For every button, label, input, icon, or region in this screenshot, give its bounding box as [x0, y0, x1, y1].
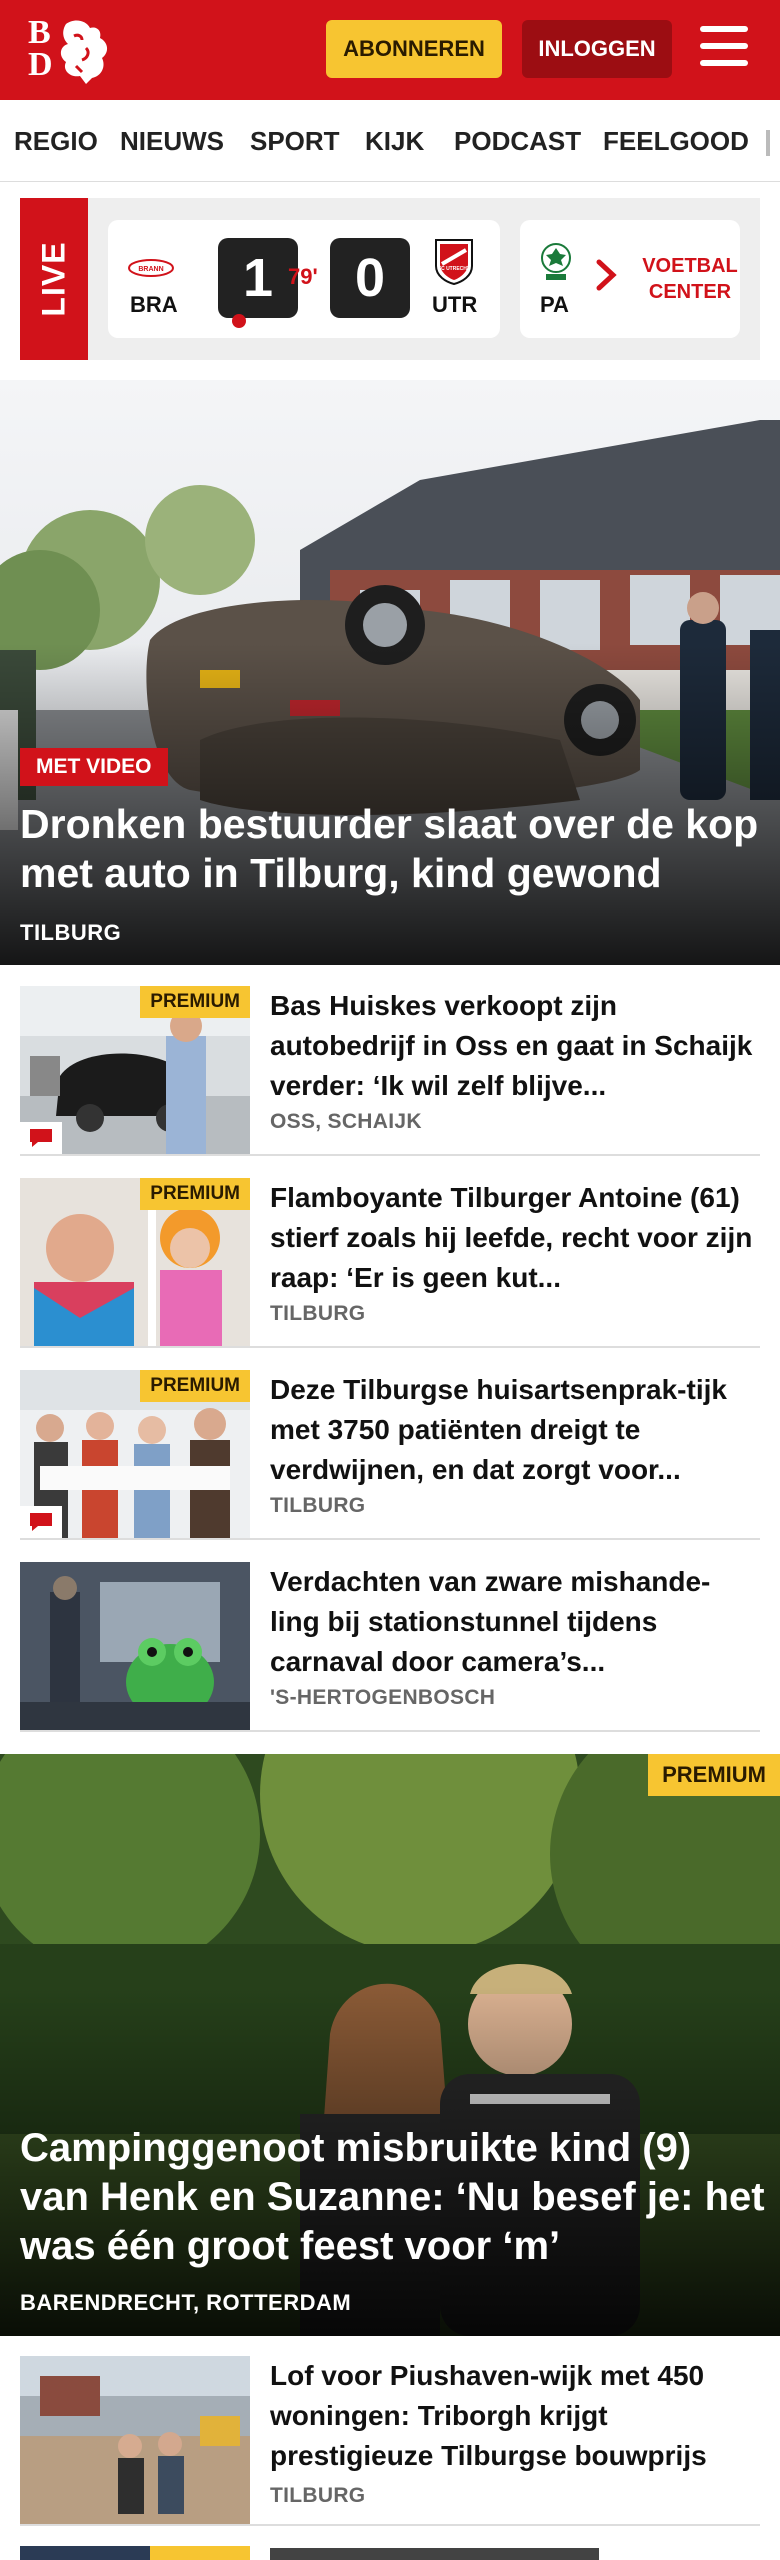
voetbal-center-label: VOETBAL CENTER	[642, 255, 738, 303]
premium-badge: PREMIUM	[140, 986, 250, 1018]
home-team-name: BRA	[130, 292, 178, 317]
article-thumbnail-construction-site	[20, 2356, 250, 2524]
hamburger-menu-icon[interactable]	[700, 26, 752, 72]
article-location: OSS, SCHAIJK	[270, 1110, 422, 1133]
article-title[interactable]: Lof voor Piushaven-wijk met 450 woningen…	[270, 2356, 756, 2476]
article-title[interactable]: Verdachten van zware mishande-ling bij s…	[270, 1562, 756, 1682]
next-article-title-peek	[270, 2548, 750, 2560]
comment-icon	[20, 1122, 62, 1154]
next-match-card[interactable]: PA	[520, 220, 660, 338]
hero-location: TILBURG	[20, 920, 122, 945]
list-item[interactable]: Lof voor Piushaven-wijk met 450 woningen…	[20, 2354, 760, 2526]
fc-utrecht-logo-icon: FC UTRECHT	[435, 239, 473, 286]
list-item[interactable]: Verdachten van zware mishande-ling bij s…	[20, 1560, 760, 1732]
premium-badge: PREMIUM	[648, 1754, 780, 1796]
nav-item-regio[interactable]: REGIO	[14, 126, 98, 157]
match-minute: 79'	[288, 264, 318, 289]
nav-item-feelgood[interactable]: FEELGOOD	[603, 126, 749, 157]
article-thumbnail-drag-queen: PREMIUM	[20, 1178, 250, 1346]
feature-title[interactable]: Campinggenoot misbruikte kind (9) van He…	[20, 2124, 770, 2271]
nav-item-kijk[interactable]: KIJK	[365, 126, 424, 157]
nav-item-podcast[interactable]: PODCAST	[454, 126, 581, 157]
away-team-name: UTR	[432, 292, 478, 317]
live-label: LIVE	[35, 241, 72, 317]
live-scores-bar: LIVE BRANN BRA 1 79' 0 FC UTRECHT UTR PA…	[20, 198, 760, 360]
logo-letter-b: B	[28, 14, 51, 51]
article-title[interactable]: Flamboyante Tilburger Antoine (61) stier…	[270, 1178, 756, 1298]
svg-text:FC UTRECHT: FC UTRECHT	[438, 266, 470, 272]
chevron-right-icon[interactable]	[594, 258, 618, 292]
article-title[interactable]: Deze Tilburgse huisartsenprak-tijk met 3…	[270, 1370, 756, 1490]
nav-item-nieuws[interactable]: NIEUWS	[120, 126, 224, 157]
home-score: 1	[218, 238, 298, 318]
live-match-card[interactable]: BRANN BRA 1 79' 0 FC UTRECHT UTR	[108, 220, 500, 338]
voetbal-center-link[interactable]: VOETBAL CENTER	[640, 220, 740, 338]
article-location: TILBURG	[270, 2484, 366, 2507]
hero-article[interactable]: MET VIDEO Dronken bestuurder slaat over …	[0, 380, 780, 965]
video-badge: MET VIDEO	[20, 748, 168, 786]
article-location: 'S-HERTOGENBOSCH	[270, 1686, 496, 1709]
login-button[interactable]: INLOGGEN	[522, 20, 672, 78]
away-score: 0	[330, 238, 410, 318]
article-location: TILBURG	[270, 1494, 366, 1517]
feature-article[interactable]: PREMIUM Campinggenoot misbruikte kind (9…	[0, 1754, 780, 2336]
nav-item-sport[interactable]: SPORT	[250, 126, 340, 157]
next-article-thumbnail-peek	[20, 2546, 250, 2560]
section-nav: REGIO NIEUWS SPORT KIJK PODCAST FEELGOOD	[0, 100, 780, 182]
subscribe-button[interactable]: ABONNEREN	[326, 20, 502, 78]
feature-location: BARENDRECHT, ROTTERDAM	[20, 2290, 352, 2315]
lion-logo-icon	[60, 20, 108, 84]
club-crest-icon	[541, 243, 571, 280]
bd-logo[interactable]: B D	[22, 14, 118, 86]
live-tab[interactable]: LIVE	[20, 198, 88, 360]
premium-badge: PREMIUM	[140, 1370, 250, 1402]
premium-badge: PREMIUM	[140, 1178, 250, 1210]
nav-overflow-indicator	[766, 130, 770, 156]
next-home-team-name: PA	[540, 292, 569, 317]
hero-title[interactable]: Dronken bestuurder slaat over de kop met…	[20, 800, 770, 898]
article-thumbnail-doctors: PREMIUM	[20, 1370, 250, 1538]
svg-text:BRANN: BRANN	[138, 266, 163, 273]
list-item[interactable]: PREMIUM Bas Huiskes verkoopt zijn autobe…	[20, 984, 760, 1156]
list-item[interactable]: PREMIUM Flamboyante Tilburger Antoine (6…	[20, 1176, 760, 1348]
site-header: B D ABONNEREN INLOGGEN	[0, 0, 780, 100]
article-title[interactable]: Bas Huiskes verkoopt zijn autobedrijf in…	[270, 986, 756, 1106]
logo-letter-d: D	[28, 46, 53, 83]
article-location: TILBURG	[270, 1302, 366, 1325]
list-item[interactable]: PREMIUM Deze Tilburgse huisartsenprak-ti…	[20, 1368, 760, 1540]
brann-logo-icon: BRANN	[128, 259, 174, 277]
article-thumbnail-car-dealer: PREMIUM	[20, 986, 250, 1154]
live-indicator-dot	[232, 314, 246, 328]
comment-icon	[20, 1506, 62, 1538]
article-thumbnail-frog-toy	[20, 1562, 250, 1730]
